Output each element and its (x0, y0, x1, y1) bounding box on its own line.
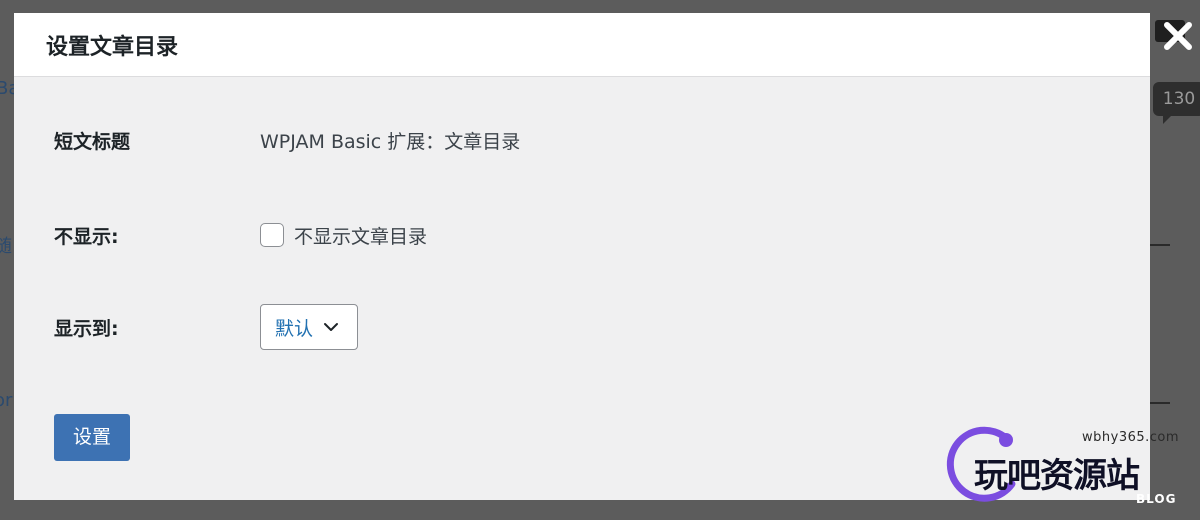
bg-fragment: or (0, 390, 13, 411)
close-icon[interactable] (1158, 16, 1198, 56)
bg-divider (1150, 244, 1170, 246)
chevron-down-icon (323, 322, 339, 332)
submit-button[interactable]: 设置 (54, 414, 130, 461)
hide-row: 不显示: 不显示文章目录 (54, 218, 427, 252)
hide-toc-checkbox-label[interactable]: 不显示文章目录 (294, 222, 427, 249)
watermark-url: wbhy365.com (1082, 430, 1180, 445)
bg-fragment: 随 (0, 236, 12, 257)
position-select[interactable]: 默认 (260, 304, 358, 350)
shortcode-label: 短文标题 (54, 130, 131, 153)
position-select-value: 默认 (275, 317, 314, 340)
watermark-sub: BLOG (1136, 492, 1177, 506)
hide-toc-checkbox[interactable] (260, 223, 284, 247)
hide-label: 不显示: (54, 225, 119, 248)
watermark-brand: 玩吧资源站 (974, 456, 1140, 496)
modal-header: 设置文章目录 (14, 13, 1150, 77)
comment-count-badge: 130 (1153, 82, 1200, 124)
shortcode-value: WPJAM Basic 扩展：文章目录 (260, 130, 521, 153)
shortcode-row: 短文标题 WPJAM Basic 扩展：文章目录 (54, 123, 520, 157)
modal-title: 设置文章目录 (46, 34, 179, 60)
position-row: 显示到: 默认 (54, 304, 358, 350)
bg-divider (1150, 402, 1170, 404)
position-label: 显示到: (54, 317, 119, 340)
